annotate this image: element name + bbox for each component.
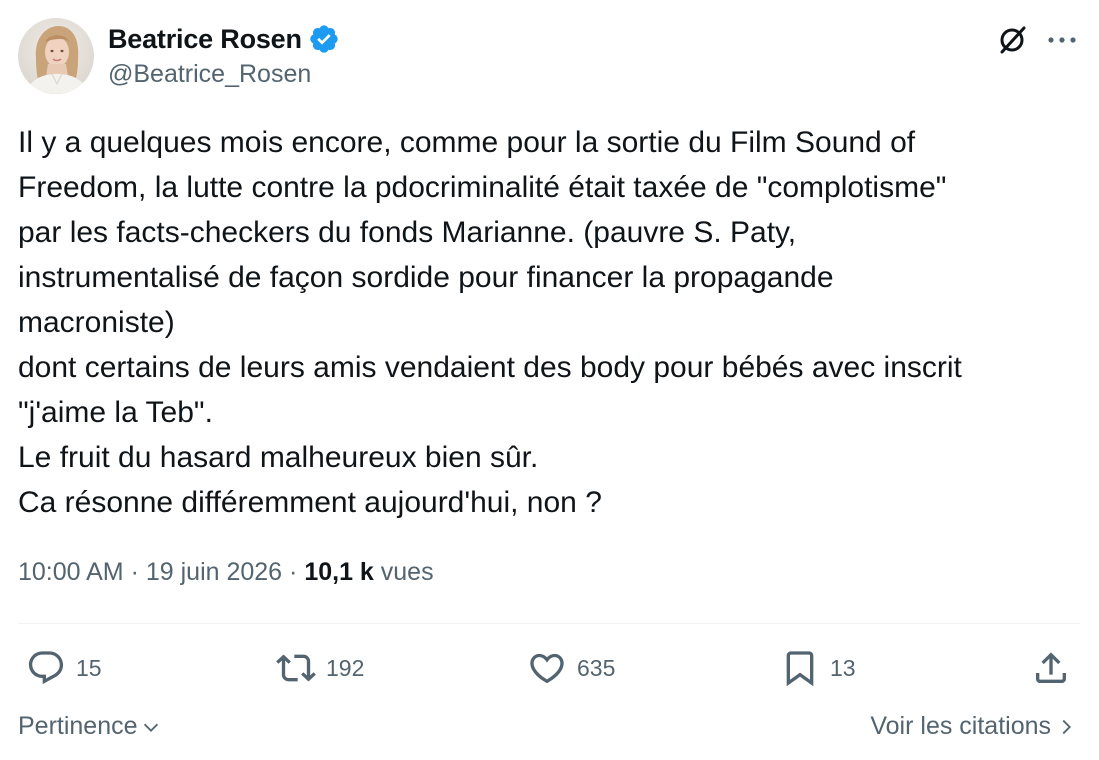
tweet-detail: Beatrice Rosen @Beatrice_Rosen Il y a qu… [0,0,1099,760]
view-quotes-label: Voir les citations [870,712,1051,740]
tweet-text-line: "j'aime la Teb". [18,396,213,429]
bookmark-count: 13 [830,654,856,681]
verified-badge-icon[interactable] [308,23,340,55]
divider [18,623,1080,624]
more-icon [1048,37,1076,43]
tweet-text-line: macroniste) [18,306,175,339]
tweet-date[interactable]: 19 juin 2026 [146,558,282,587]
share-icon [1036,652,1066,683]
tweet-text-line: Ca résonne différemment aujourd'hui, non… [18,486,602,519]
tweet-text-line: instrumentalisé de façon sordide pour fi… [18,261,834,294]
bookmark-icon [786,651,814,687]
heart-icon [530,653,564,684]
author-name-row[interactable]: Beatrice Rosen [108,22,340,56]
tweet-text: Il y a quelques mois encore, comme pour … [18,120,1083,525]
meta-separator: · [123,558,146,586]
avatar[interactable] [18,18,94,94]
tweet-text-line: dont certains de leurs amis vendaient de… [18,351,962,384]
like-button[interactable]: 635 [527,648,615,688]
grok-button[interactable] [996,24,1028,56]
author-display-name[interactable]: Beatrice Rosen [108,24,302,55]
tweet-text-line: Il y a quelques mois encore, comme pour … [18,126,916,159]
tweet-text-line: par les facts-checkers du fonds Marianne… [18,216,797,249]
reply-count: 15 [76,654,102,681]
reply-icon [28,651,64,685]
sort-dropdown[interactable]: Pertinence [18,712,162,741]
share-button[interactable] [1031,648,1071,688]
chevron-right-icon [1062,719,1071,734]
like-count: 635 [577,654,616,681]
retweet-button[interactable]: 192 [276,648,364,688]
views-label: vues [373,558,434,586]
chevron-down-icon [143,723,158,732]
tweet-text-line: Freedom, la lutte contre la pdocriminali… [18,171,947,204]
tweet-text-line: Le fruit du hasard malheureux bien sûr. [18,441,539,474]
retweet-icon [276,654,316,682]
bookmark-button[interactable]: 13 [780,648,856,688]
more-options-button[interactable] [1044,24,1080,56]
retweet-count: 192 [326,654,365,681]
reply-button[interactable]: 15 [26,648,102,688]
tweet-meta: 10:00 AM · 19 juin 2026 · 10,1 k vues [18,558,434,587]
meta-separator: · [282,558,305,586]
views-count: 10,1 k [304,558,374,586]
sort-label: Pertinence [18,712,138,740]
view-quotes-link[interactable]: Voir les citations [870,712,1077,741]
grok-icon [1000,26,1026,54]
tweet-time[interactable]: 10:00 AM [18,558,124,587]
author-handle[interactable]: @Beatrice_Rosen [108,60,311,89]
